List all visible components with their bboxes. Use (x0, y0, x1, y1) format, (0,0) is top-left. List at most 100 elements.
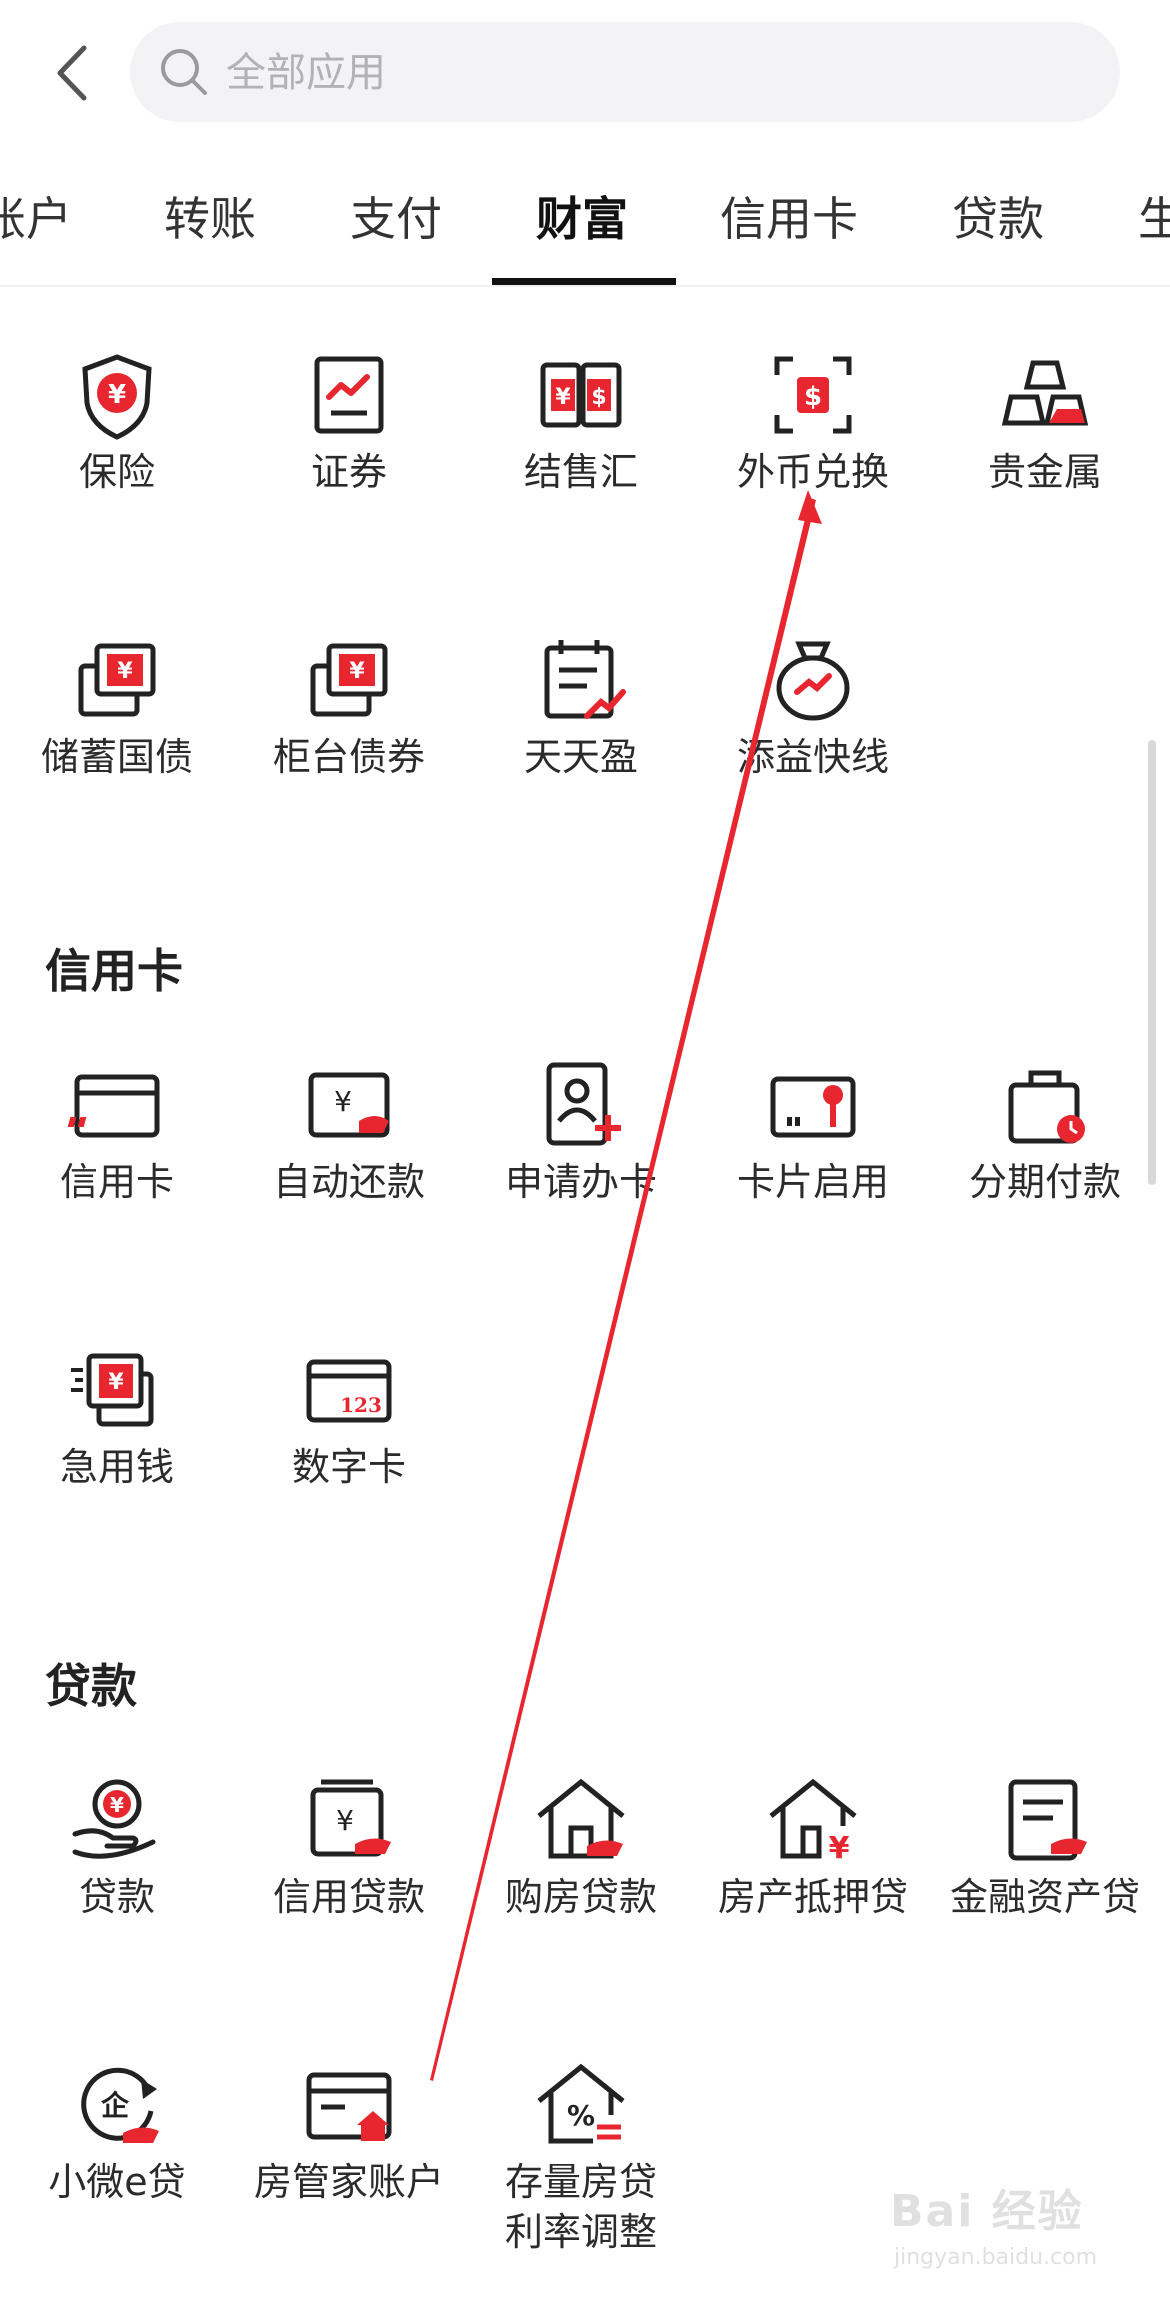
urgent-cash-icon: ¥ (71, 1353, 154, 1427)
app-precious-metals[interactable]: 贵金属 (930, 345, 1160, 497)
house-account-icon (306, 2072, 392, 2141)
tab-life[interactable]: 生 (1138, 183, 1170, 249)
app-tianyi-kuaixian[interactable]: 添益快线 (698, 630, 928, 782)
app-label: 外币兑换 (736, 450, 889, 494)
app-fx-settlement[interactable]: ¥ $ 结售汇 (466, 345, 696, 497)
app-label: 储蓄国债 (40, 735, 193, 779)
mortgage-house-icon: ¥ (769, 1778, 857, 1866)
auto-repay-icon: ¥ (308, 1072, 390, 1138)
app-label: 证券 (310, 450, 387, 494)
tab-account[interactable]: 账户 (0, 183, 72, 249)
credit-card-icon (67, 1074, 160, 1138)
search-icon (161, 49, 207, 95)
home-loan-icon (537, 1778, 625, 1859)
credit-loan-icon: ¥ (310, 1779, 391, 1857)
tab-credit-card[interactable]: 信用卡 (720, 183, 858, 249)
savings-bond-icon: ¥ (78, 643, 156, 717)
app-label: 金融资产贷 (949, 1875, 1140, 1919)
app-tiantianying[interactable]: 天天盈 (466, 630, 696, 782)
section-title-credit-card: 信用卡 (45, 944, 183, 998)
apply-card-icon (546, 1062, 621, 1146)
svg-text:¥: ¥ (108, 1370, 124, 1395)
app-small-business-loan[interactable]: 企 小微e贷 (2, 2055, 232, 2207)
app-label: 柜台债券 (272, 735, 425, 779)
search-bar[interactable] (130, 22, 1120, 124)
app-credit-card[interactable]: 信用卡 (2, 1055, 232, 1207)
shield-yuan-icon: ¥ (82, 354, 152, 440)
svg-text:¥: ¥ (108, 380, 126, 410)
app-label: 申请办卡 (504, 1160, 657, 1204)
category-tabs: 账户 转账 支付 财富 信用卡 贷款 生 (0, 145, 1170, 287)
search-input[interactable] (224, 22, 1088, 124)
svg-text:¥: ¥ (555, 385, 571, 410)
svg-text:¥: ¥ (110, 1793, 124, 1817)
app-loan[interactable]: ¥ 贷款 (2, 1770, 232, 1922)
back-button[interactable] (48, 38, 98, 108)
app-asset-loan[interactable]: 金融资产贷 (930, 1770, 1160, 1922)
app-label: 结售汇 (523, 450, 638, 494)
digital-card-icon: 123 (306, 1359, 392, 1423)
active-tab-indicator (492, 278, 676, 285)
svg-text:¥: ¥ (334, 1085, 352, 1118)
app-label: 天天盈 (523, 735, 638, 779)
app-label: 房产抵押贷 (717, 1875, 908, 1919)
svg-text:123: 123 (340, 1393, 382, 1417)
app-auto-repay[interactable]: ¥ 自动还款 (234, 1055, 464, 1207)
calendar-growth-icon (544, 640, 626, 719)
app-credit-loan[interactable]: ¥ 信用贷款 (234, 1770, 464, 1922)
watermark-url: jingyan.baidu.com (894, 2245, 1098, 2270)
money-bag-icon (776, 641, 850, 721)
app-insurance[interactable]: ¥ 保险 (2, 345, 232, 497)
tab-payment[interactable]: 支付 (350, 183, 442, 249)
app-label-line2: 利率调整 (504, 2210, 657, 2254)
app-label: 分期付款 (968, 1160, 1121, 1204)
svg-text:¥: ¥ (336, 1804, 354, 1837)
svg-text:$: $ (804, 382, 822, 412)
app-label: 小微e贷 (48, 2160, 186, 2204)
app-home-loan[interactable]: 购房贷款 (466, 1770, 696, 1922)
app-label: 贷款 (78, 1875, 155, 1919)
app-installment[interactable]: 分期付款 (930, 1055, 1160, 1207)
tab-loan[interactable]: 贷款 (952, 183, 1044, 249)
watermark: Bai 经验 jingyan.baidu.com (890, 2175, 1160, 2295)
app-label: 房管家账户 (253, 2160, 444, 2204)
tab-transfer[interactable]: 转账 (164, 183, 256, 249)
app-card-activation[interactable]: 卡片启用 (698, 1055, 928, 1207)
tab-wealth[interactable]: 财富 (536, 183, 628, 249)
svg-text:¥: ¥ (829, 1831, 850, 1866)
rate-adjust-house-icon: % (537, 2063, 625, 2144)
app-label: 卡片启用 (736, 1160, 889, 1204)
counter-bond-icon: ¥ (310, 643, 388, 717)
loan-hand-icon: ¥ (72, 1779, 156, 1859)
watermark-text: Bai 经验 (890, 2186, 1084, 2237)
app-urgent-cash[interactable]: ¥ 急用钱 (2, 1340, 232, 1492)
exchange-yuan-dollar-icon: ¥ $ (540, 362, 622, 428)
app-mortgage[interactable]: ¥ 房产抵押贷 (698, 1770, 928, 1922)
app-digital-card[interactable]: 123 数字卡 (234, 1340, 464, 1492)
app-counter-bonds[interactable]: ¥ 柜台债券 (234, 630, 464, 782)
card-activate-icon (770, 1076, 856, 1138)
app-label: 购房贷款 (504, 1875, 657, 1919)
svg-text:¥: ¥ (117, 659, 133, 684)
stock-chart-icon (314, 356, 384, 434)
app-foreign-exchange[interactable]: $ 外币兑换 (698, 345, 928, 497)
app-rate-adjust[interactable]: % 存量房贷 利率调整 (466, 2055, 696, 2257)
svg-text:¥: ¥ (349, 659, 365, 684)
chevron-left-icon (57, 45, 87, 101)
app-label: 添益快线 (736, 735, 889, 779)
small-business-loan-icon: 企 (81, 2067, 159, 2143)
top-bar (0, 0, 1170, 140)
app-house-account[interactable]: 房管家账户 (234, 2055, 464, 2207)
app-label: 保险 (78, 450, 155, 494)
app-securities[interactable]: 证券 (234, 345, 464, 497)
foreign-currency-scan-icon: $ (774, 356, 852, 434)
app-apply-card[interactable]: 申请办卡 (466, 1055, 696, 1207)
installment-bag-icon (1008, 1070, 1085, 1144)
app-label: 信用贷款 (272, 1875, 425, 1919)
svg-text:企: 企 (101, 2089, 130, 2122)
app-label: 自动还款 (272, 1160, 425, 1204)
app-savings-bonds[interactable]: ¥ 储蓄国债 (2, 630, 232, 782)
section-title-loan: 贷款 (45, 1659, 137, 1713)
app-label: 贵金属 (987, 450, 1102, 494)
gold-bars-icon (1001, 360, 1089, 426)
